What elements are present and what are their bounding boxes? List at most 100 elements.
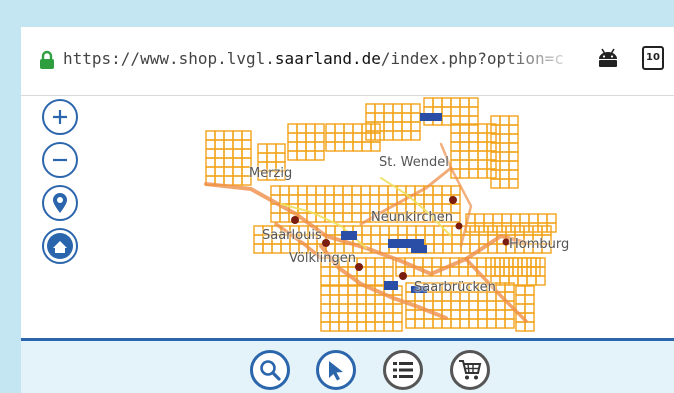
map-sheet-cell[interactable] — [383, 112, 394, 123]
map-sheet-cell[interactable] — [338, 294, 349, 305]
map-sheet-cell[interactable] — [379, 234, 390, 245]
map-sheet-cell[interactable] — [232, 148, 243, 159]
map-sheet-cell[interactable] — [305, 123, 316, 134]
map-sheet-cell[interactable] — [356, 312, 367, 323]
map-sheet-cell[interactable] — [296, 141, 307, 152]
map-sheet-cell[interactable] — [279, 212, 290, 223]
map-sheet-cell[interactable] — [205, 157, 216, 168]
map-sheet-cell[interactable] — [361, 225, 372, 236]
map-sheet-cell[interactable] — [324, 194, 335, 205]
map-sheet-cell[interactable] — [342, 212, 353, 223]
map-sheet-cell[interactable] — [378, 185, 389, 196]
map-sheet-cell[interactable] — [329, 321, 340, 332]
map-sheet-cell[interactable] — [477, 318, 488, 329]
map-sheet-cell[interactable] — [374, 112, 385, 123]
map-sheet-cell[interactable] — [270, 212, 281, 223]
map-sheet-cell[interactable] — [424, 225, 435, 236]
map-sheet-cell[interactable] — [450, 318, 461, 329]
map-sheet-cell[interactable] — [392, 103, 403, 114]
map-sheet-cell[interactable] — [351, 203, 362, 214]
map-sheet-cell[interactable] — [414, 309, 425, 320]
map-sheet-cell[interactable] — [499, 160, 510, 171]
map-sheet-cell[interactable] — [387, 194, 398, 205]
map-sheet-cell[interactable] — [383, 303, 394, 314]
map-sheet-cell[interactable] — [214, 166, 225, 177]
map-sheet-cell[interactable] — [486, 309, 497, 320]
map-sheet-cell[interactable] — [508, 169, 519, 180]
map-sheet-cell[interactable] — [266, 143, 277, 154]
map-sheet-cell[interactable] — [223, 175, 234, 186]
map-sheet-cell[interactable] — [315, 203, 326, 214]
map-sheet-cell[interactable] — [305, 141, 316, 152]
map-sheet-cell[interactable] — [459, 150, 470, 161]
map-sheet-cell[interactable] — [442, 243, 453, 254]
home-button[interactable] — [42, 228, 78, 264]
map-sheet-cell[interactable] — [433, 234, 444, 245]
map-sheet-cell[interactable] — [410, 121, 421, 132]
map-sheet-cell[interactable] — [401, 130, 412, 141]
map-sheet-cell[interactable] — [450, 300, 461, 311]
map-sheet-cell[interactable] — [365, 103, 376, 114]
map-sheet-cell[interactable] — [347, 312, 358, 323]
list-button[interactable] — [383, 350, 423, 390]
map-sheet-cell[interactable] — [499, 178, 510, 189]
map-sheet-cell[interactable] — [468, 150, 479, 161]
select-button[interactable] — [316, 350, 356, 390]
map-sheet-cell[interactable] — [458, 266, 469, 277]
map-sheet-cell[interactable] — [275, 152, 286, 163]
map-sheet-cell[interactable] — [338, 285, 349, 296]
map-sheet-cell[interactable] — [477, 300, 488, 311]
map-sheet-cell[interactable] — [499, 151, 510, 162]
map-sheet-cell[interactable] — [537, 213, 548, 224]
map-sheet-cell[interactable] — [422, 257, 433, 268]
map-sheet-cell[interactable] — [351, 194, 362, 205]
map-sheet-cell[interactable] — [320, 303, 331, 314]
map-sheet-cell[interactable] — [392, 303, 403, 314]
map-sheet-cell[interactable] — [468, 141, 479, 152]
map-sheet-cell[interactable] — [232, 157, 243, 168]
map-sheet-cell[interactable] — [365, 112, 376, 123]
map-sheet-cell[interactable] — [360, 185, 371, 196]
zoom-in-button[interactable] — [42, 99, 78, 135]
map-sheet-cell[interactable] — [459, 318, 470, 329]
map-sheet-cell[interactable] — [347, 294, 358, 305]
map-sheet-cell[interactable] — [450, 185, 461, 196]
map-sheet-cell[interactable] — [370, 141, 381, 152]
browser-address-bar[interactable]: https://www.shop.lvgl.saarland.de/index.… — [21, 27, 674, 96]
map-sheet-cell[interactable] — [287, 141, 298, 152]
map-sheet-cell[interactable] — [535, 275, 546, 286]
map-sheet-cell[interactable] — [374, 266, 385, 277]
map-sheet-cell[interactable] — [383, 266, 394, 277]
map-sheet-cell[interactable] — [305, 132, 316, 143]
locate-button[interactable] — [42, 185, 78, 221]
map-sheet-cell[interactable] — [223, 148, 234, 159]
map-sheet-cell[interactable] — [352, 123, 363, 134]
map-sheet-cell[interactable] — [356, 294, 367, 305]
android-icon[interactable] — [597, 48, 619, 68]
map-sheet-cell[interactable] — [314, 141, 325, 152]
map-sheet-cell[interactable] — [297, 194, 308, 205]
map-sheet-cell[interactable] — [499, 169, 510, 180]
map-sheet-cell[interactable] — [383, 321, 394, 332]
map-sheet-cell[interactable] — [232, 166, 243, 177]
map-sheet-cell[interactable] — [410, 103, 421, 114]
url-text[interactable]: https://www.shop.lvgl.saarland.de/index.… — [63, 49, 563, 68]
map-sheet-cell[interactable] — [334, 141, 345, 152]
map-sheet-cell[interactable] — [477, 159, 488, 170]
map-sheet-cell[interactable] — [546, 213, 557, 224]
map-sheet-cell[interactable] — [361, 234, 372, 245]
map-sheet-cell[interactable] — [424, 234, 435, 245]
map-sheet-cell[interactable] — [392, 112, 403, 123]
map-sheet-cell[interactable] — [474, 213, 485, 224]
map-sheet-cell[interactable] — [459, 159, 470, 170]
map-sheet-cell[interactable] — [352, 141, 363, 152]
map-sheet-cell[interactable] — [468, 106, 479, 117]
map-sheet-cell[interactable] — [347, 303, 358, 314]
map-sheet-cell[interactable] — [365, 303, 376, 314]
map-sheet-cell[interactable] — [450, 141, 461, 152]
map-sheet-cell[interactable] — [279, 185, 290, 196]
map-sheet-cell[interactable] — [477, 150, 488, 161]
map-sheet-cell[interactable] — [253, 243, 264, 254]
map-sheet-cell[interactable] — [450, 150, 461, 161]
map-sheet-cell[interactable] — [287, 123, 298, 134]
